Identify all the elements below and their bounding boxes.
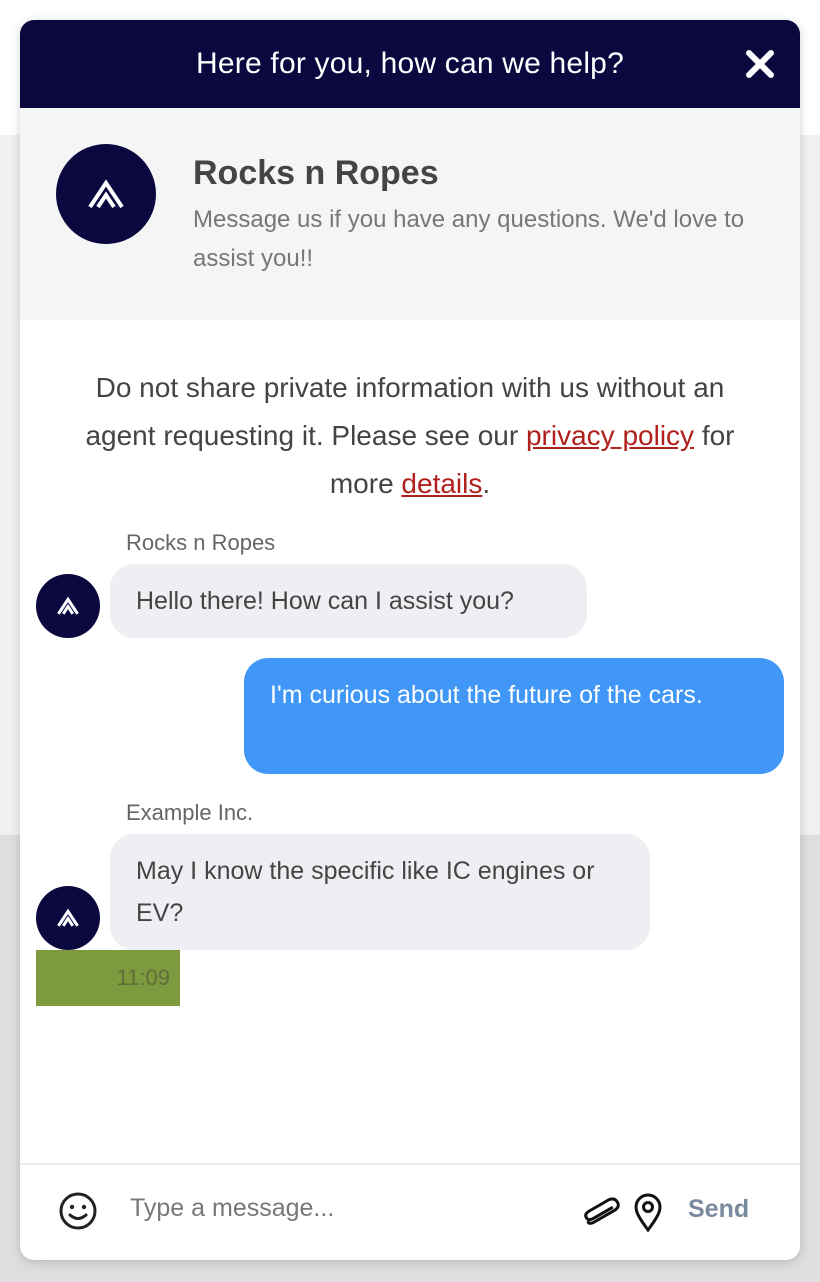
privacy-policy-link[interactable]: privacy policy xyxy=(526,420,694,451)
chat-widget: Here for you, how can we help? Rocks n R… xyxy=(20,20,800,1260)
message-input[interactable] xyxy=(130,1185,560,1231)
agent-avatar xyxy=(36,574,100,638)
incoming-message: Hello there! How can I assist you? xyxy=(110,564,587,638)
close-icon xyxy=(746,50,774,78)
brand-avatar xyxy=(56,144,156,244)
brand-name: Rocks n Ropes xyxy=(193,154,439,192)
notice-text-after: . xyxy=(482,468,491,499)
location-pin-icon xyxy=(634,1193,662,1233)
emoji-button[interactable] xyxy=(58,1191,98,1231)
outgoing-message: I'm curious about the future of the cars… xyxy=(244,658,784,774)
sender-label: Example Inc. xyxy=(126,800,254,825)
brand-logo-icon xyxy=(57,909,79,927)
brand-logo-icon xyxy=(88,179,124,209)
chat-header-title: Here for you, how can we help? xyxy=(196,47,624,80)
paperclip-icon xyxy=(584,1197,620,1225)
details-link[interactable]: details xyxy=(401,468,482,499)
message-composer: Send xyxy=(20,1163,800,1260)
brand-panel: Rocks n Ropes Message us if you have any… xyxy=(20,108,800,320)
message-timestamp: 11:09 xyxy=(36,950,180,1006)
location-button[interactable] xyxy=(632,1193,664,1233)
privacy-notice: Do not share private information with us… xyxy=(80,364,740,508)
brand-logo-icon xyxy=(57,597,79,615)
emoji-icon xyxy=(59,1192,97,1230)
brand-description: Message us if you have any questions. We… xyxy=(193,206,745,272)
incoming-message: May I know the specific like IC engines … xyxy=(110,834,650,950)
chat-header: Here for you, how can we help? xyxy=(20,20,800,108)
sender-label: Rocks n Ropes xyxy=(126,530,276,555)
close-button[interactable] xyxy=(744,48,776,80)
send-button[interactable]: Send xyxy=(688,1195,749,1224)
attach-button[interactable] xyxy=(580,1193,620,1233)
agent-avatar xyxy=(36,886,100,950)
